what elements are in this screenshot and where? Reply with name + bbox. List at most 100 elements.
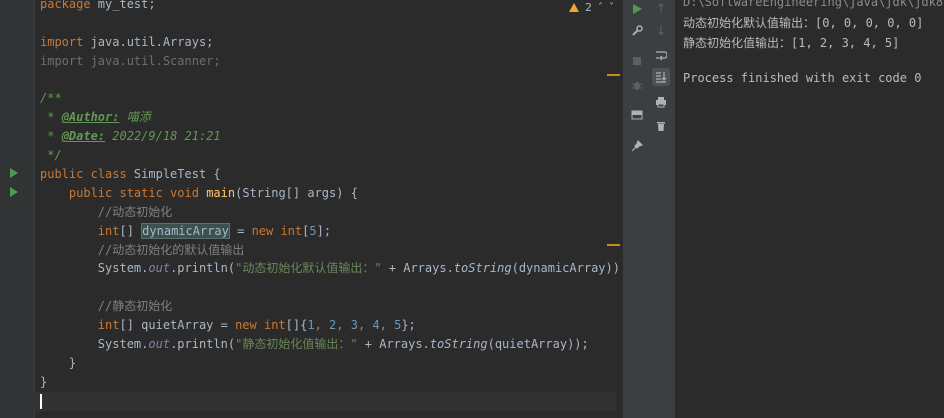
gutter-divider (34, 0, 35, 418)
run-icon[interactable] (628, 0, 646, 18)
highlighted-variable: dynamicArray (141, 222, 230, 239)
number-literal: 5 (309, 223, 317, 238)
code-lines: package my_test; import java.util.Arrays… (34, 0, 622, 411)
code-line[interactable]: package my_test; (40, 0, 622, 14)
code-token: + Arrays. (357, 337, 430, 352)
code-line[interactable]: System.out.println("动态初始化默认值输出：" + Array… (40, 259, 622, 278)
console-command-line: D:\SoftwareEngineering\java\jdk\jdk8\ (683, 0, 944, 9)
chevron-down-icon[interactable]: ˅ (609, 2, 614, 13)
debug-icon[interactable] (628, 76, 646, 94)
console-output-line: 动态初始化默认值输出：[0, 0, 0, 0, 0] (683, 16, 924, 30)
static-method: toString (429, 337, 488, 352)
up-arrow-icon[interactable]: ↑ (652, 0, 670, 18)
line-comment: //动态初始化的默认值输出 (97, 242, 245, 257)
code-token: java.util.Arrays; (83, 34, 214, 49)
doc-comment: * (40, 129, 62, 144)
text-caret (40, 393, 42, 409)
layout-icon[interactable] (628, 106, 646, 124)
doc-tag: @Date: (61, 129, 106, 144)
code-token: .println( (170, 261, 236, 276)
stop-icon[interactable] (628, 52, 646, 70)
inspection-widget[interactable]: 2 ˄ ˅ (569, 0, 614, 14)
code-line[interactable] (34, 391, 616, 411)
method-name: main (206, 185, 236, 200)
run-main-icon[interactable] (10, 187, 18, 197)
code-token: } (68, 355, 77, 370)
code-line[interactable]: public class SimpleTest { (40, 165, 622, 184)
number-literal: 3 (350, 318, 358, 333)
code-line[interactable]: } (40, 373, 622, 392)
static-method: toString (453, 261, 512, 276)
scroll-marker[interactable] (607, 244, 620, 246)
code-line[interactable]: int[] quietArray = new int[]{1, 2, 3, 4,… (40, 316, 622, 335)
code-line[interactable]: public static void main(String[] args) { (40, 184, 622, 203)
code-line[interactable]: //静态初始化 (40, 297, 622, 316)
code-line[interactable] (40, 278, 622, 297)
keyword: int (97, 318, 120, 333)
code-line[interactable]: /** (40, 89, 622, 108)
static-field: out (148, 261, 171, 276)
run-console[interactable]: D:\SoftwareEngineering\java\jdk\jdk8\ 动态… (675, 0, 944, 418)
doc-comment: * (40, 110, 62, 125)
code-token: [] quietArray = (119, 318, 236, 333)
scroll-to-end-icon[interactable] (652, 68, 670, 86)
code-editor[interactable]: package my_test; import java.util.Arrays… (0, 0, 622, 418)
trash-icon[interactable] (652, 117, 670, 135)
chevron-up-icon[interactable]: ˄ (598, 2, 603, 13)
code-token: .println( (170, 337, 236, 352)
code-token: (quietArray)); (487, 337, 589, 352)
line-comment: //静态初始化 (97, 299, 173, 314)
doc-tag: @Author: (61, 110, 120, 125)
keyword: new int (235, 318, 286, 333)
code-token: System. (97, 261, 149, 276)
code-token: ]; (316, 223, 332, 238)
code-line[interactable]: //动态初始化的默认值输出 (40, 241, 622, 260)
code-line[interactable]: System.out.println("静态初始化值输出：" + Arrays.… (40, 335, 622, 354)
code-token: }; (401, 318, 416, 333)
print-icon[interactable] (652, 93, 670, 111)
code-line[interactable]: import java.util.Scanner; (40, 52, 622, 71)
scroll-marker[interactable] (607, 74, 620, 76)
pin-icon[interactable] (628, 137, 646, 155)
wrench-icon[interactable] (628, 22, 646, 40)
code-line[interactable] (40, 14, 622, 33)
code-token: my_test; (90, 0, 156, 11)
string-literal: "静态初始化值输出：" (235, 337, 358, 352)
doc-comment: /** (40, 91, 62, 106)
code-token: (String[] args) { (235, 185, 358, 200)
code-token: System. (97, 337, 149, 352)
code-line[interactable]: //动态初始化 (40, 203, 622, 222)
code-token: (dynamicArray)); (511, 261, 622, 276)
run-class-icon[interactable] (10, 168, 18, 178)
console-output-line: 静态初始化值输出：[1, 2, 3, 4, 5] (683, 36, 900, 50)
code-line[interactable] (40, 71, 622, 90)
keyword: public class (40, 167, 127, 182)
unused-import: import java.util.Scanner; (40, 53, 221, 68)
doc-comment: */ (40, 148, 62, 163)
code-token: SimpleTest { (126, 167, 221, 182)
keyword: public static void (68, 185, 199, 200)
code-line[interactable]: int[] dynamicArray = new int[5]; (40, 222, 622, 241)
code-token: [] (119, 223, 142, 238)
code-line[interactable]: import java.util.Arrays; (40, 33, 622, 52)
down-arrow-icon[interactable]: ↓ (652, 22, 670, 40)
code-line[interactable]: } (40, 354, 622, 373)
code-line[interactable]: * @Author: 喵添 (40, 108, 622, 127)
code-token: } (40, 374, 48, 389)
code-line[interactable]: */ (40, 146, 622, 165)
keyword: import (40, 34, 84, 49)
warning-count: 2 (585, 0, 592, 14)
soft-wrap-icon[interactable] (652, 46, 670, 64)
console-exit-message: Process finished with exit code 0 (683, 71, 922, 85)
doc-tag-value: 喵添 (119, 110, 151, 125)
code-line[interactable]: * @Date: 2022/9/18 21:21 (40, 127, 622, 146)
